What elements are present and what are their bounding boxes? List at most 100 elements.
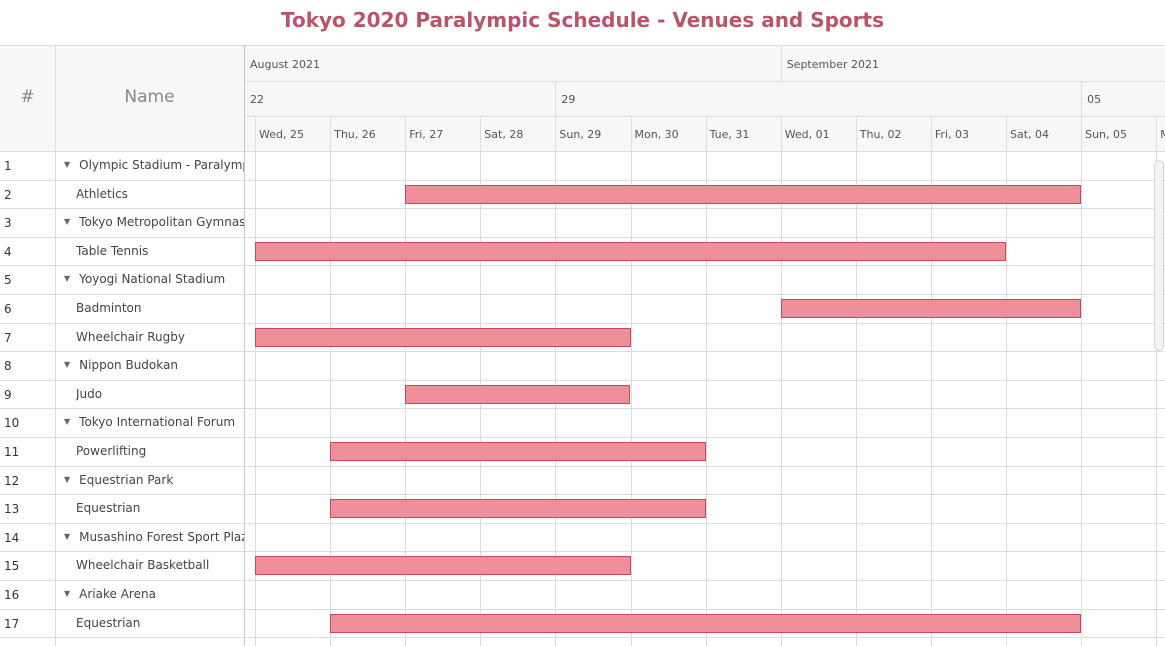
- collapse-caret-icon[interactable]: ▼: [64, 589, 70, 598]
- venue-row-label[interactable]: ▼ Ariake Arena: [64, 587, 244, 601]
- row-number: 1: [4, 159, 12, 173]
- row-divider: [0, 551, 1165, 553]
- row-number: 12: [4, 473, 20, 488]
- row-number: 13: [4, 502, 20, 517]
- row-divider: [0, 179, 1165, 181]
- number-column-divider: [55, 45, 56, 646]
- row-divider: [0, 294, 1165, 295]
- collapse-caret-icon[interactable]: ▼: [64, 274, 70, 283]
- venue-row-label[interactable]: ▼ Nippon Budokan: [64, 358, 244, 372]
- row-number: 3: [4, 216, 12, 231]
- vertical-scrollbar[interactable]: [1154, 160, 1164, 351]
- row-name-text: Equestrian: [76, 615, 141, 630]
- week-divider: [1081, 81, 1083, 116]
- week-divider: [555, 81, 557, 116]
- day-label: Fri, 27: [409, 128, 444, 141]
- row-divider: [0, 437, 1165, 438]
- collapse-caret-icon[interactable]: ▼: [64, 532, 70, 541]
- day-label: Sat, 28: [484, 128, 524, 141]
- task-bar[interactable]: [255, 241, 1006, 261]
- day-label: M: [1160, 128, 1165, 141]
- row-divider: [0, 637, 1165, 639]
- row-divider: [0, 208, 1165, 210]
- row-name-text: Tokyo Metropolitan Gymnasium: [79, 215, 244, 230]
- week-label: 29: [561, 93, 576, 106]
- venue-row-label[interactable]: ▼ Equestrian Park: [64, 473, 244, 487]
- venue-row-label[interactable]: ▼ Musashino Forest Sport Plaza: [64, 530, 244, 544]
- row-number: 4: [4, 244, 12, 259]
- day-gridline: [1081, 116, 1083, 646]
- venue-row-label[interactable]: ▼ Tokyo International Forum: [64, 415, 244, 429]
- venue-row-label[interactable]: ▼ Yoyogi National Stadium: [64, 272, 244, 286]
- day-label: Fri, 03: [934, 128, 969, 141]
- row-name-text: Musashino Forest Sport Plaza: [79, 529, 244, 544]
- row-name-text: Powerlifting: [76, 444, 147, 458]
- row-divider: [0, 608, 1165, 610]
- row-name-text: Yoyogi National Stadium: [79, 272, 226, 287]
- day-label: Thu, 26: [334, 128, 376, 141]
- row-number: 2: [4, 187, 12, 202]
- day-label: Sun, 05: [1085, 128, 1128, 141]
- row-name-text: Wheelchair Basketball: [76, 558, 210, 573]
- row-name-text: Tokyo International Forum: [79, 415, 236, 430]
- row-number: 10: [4, 416, 20, 431]
- collapse-caret-icon[interactable]: ▼: [64, 417, 70, 426]
- sport-row-label: Wheelchair Basketball: [76, 558, 244, 572]
- month-label: August 2021: [250, 58, 320, 71]
- row-name-text: Equestrian: [76, 501, 141, 516]
- row-name-text: Wheelchair Rugby: [76, 329, 185, 344]
- day-label: Mon, 30: [634, 128, 679, 141]
- month-divider: [780, 45, 782, 81]
- sport-row-label: Table Tennis: [76, 244, 244, 258]
- row-number: 15: [4, 559, 20, 574]
- collapse-caret-icon[interactable]: ▼: [64, 360, 70, 369]
- task-bar[interactable]: [330, 613, 1082, 633]
- day-label: Wed, 01: [784, 128, 830, 141]
- collapse-caret-icon[interactable]: ▼: [64, 475, 70, 484]
- header-bottom-border: [0, 151, 1165, 152]
- venue-row-label[interactable]: ▼ Olympic Stadium - Paralympic: [64, 158, 244, 172]
- row-divider: [0, 236, 1165, 238]
- row-name-text: Athletics: [76, 186, 128, 201]
- task-bar[interactable]: [330, 499, 706, 519]
- task-bar[interactable]: [405, 384, 631, 404]
- row-divider: [0, 322, 1165, 324]
- task-bar[interactable]: [255, 327, 631, 347]
- row-divider: [0, 379, 1165, 381]
- sport-row-label: Athletics: [76, 187, 244, 201]
- row-number: 5: [4, 273, 12, 288]
- task-bar[interactable]: [330, 442, 706, 461]
- task-bar[interactable]: [780, 299, 1082, 318]
- row-number: 6: [4, 302, 12, 316]
- row-divider: [0, 351, 1165, 353]
- venue-row-label[interactable]: ▼ Tokyo Metropolitan Gymnasium: [64, 215, 244, 229]
- month-label: September 2021: [786, 58, 879, 71]
- row-number: 16: [4, 588, 20, 602]
- number-column-header: #: [20, 87, 35, 107]
- name-column-divider: [244, 45, 245, 646]
- row-name-text: Nippon Budokan: [79, 358, 178, 373]
- task-bar[interactable]: [405, 184, 1082, 204]
- week-label: 22: [250, 93, 264, 106]
- sport-row-label: Judo: [76, 387, 244, 401]
- day-label: Wed, 25: [259, 128, 304, 141]
- collapse-caret-icon[interactable]: ▼: [64, 160, 70, 169]
- sport-row-label: Equestrian: [76, 501, 244, 515]
- sport-row-label: Equestrian: [76, 616, 244, 630]
- row-number: 14: [4, 530, 20, 545]
- month-row-border: [244, 81, 1165, 82]
- chart-title: Tokyo 2020 Paralympic Schedule - Venues …: [280, 8, 885, 32]
- name-column-header: Name: [124, 87, 175, 107]
- sport-row-label: Wheelchair Rugby: [76, 330, 244, 344]
- row-name-text: Table Tennis: [76, 243, 149, 258]
- collapse-caret-icon[interactable]: ▼: [64, 217, 70, 226]
- row-number: 17: [4, 616, 20, 631]
- row-number: 11: [4, 445, 20, 459]
- sport-row-label: Powerlifting: [76, 444, 244, 458]
- row-name-text: Judo: [76, 386, 103, 401]
- day-label: Thu, 02: [859, 128, 902, 141]
- sport-row-label: Badminton: [76, 301, 244, 315]
- row-divider: [0, 265, 1165, 267]
- row-divider: [0, 408, 1165, 410]
- task-bar[interactable]: [255, 556, 631, 576]
